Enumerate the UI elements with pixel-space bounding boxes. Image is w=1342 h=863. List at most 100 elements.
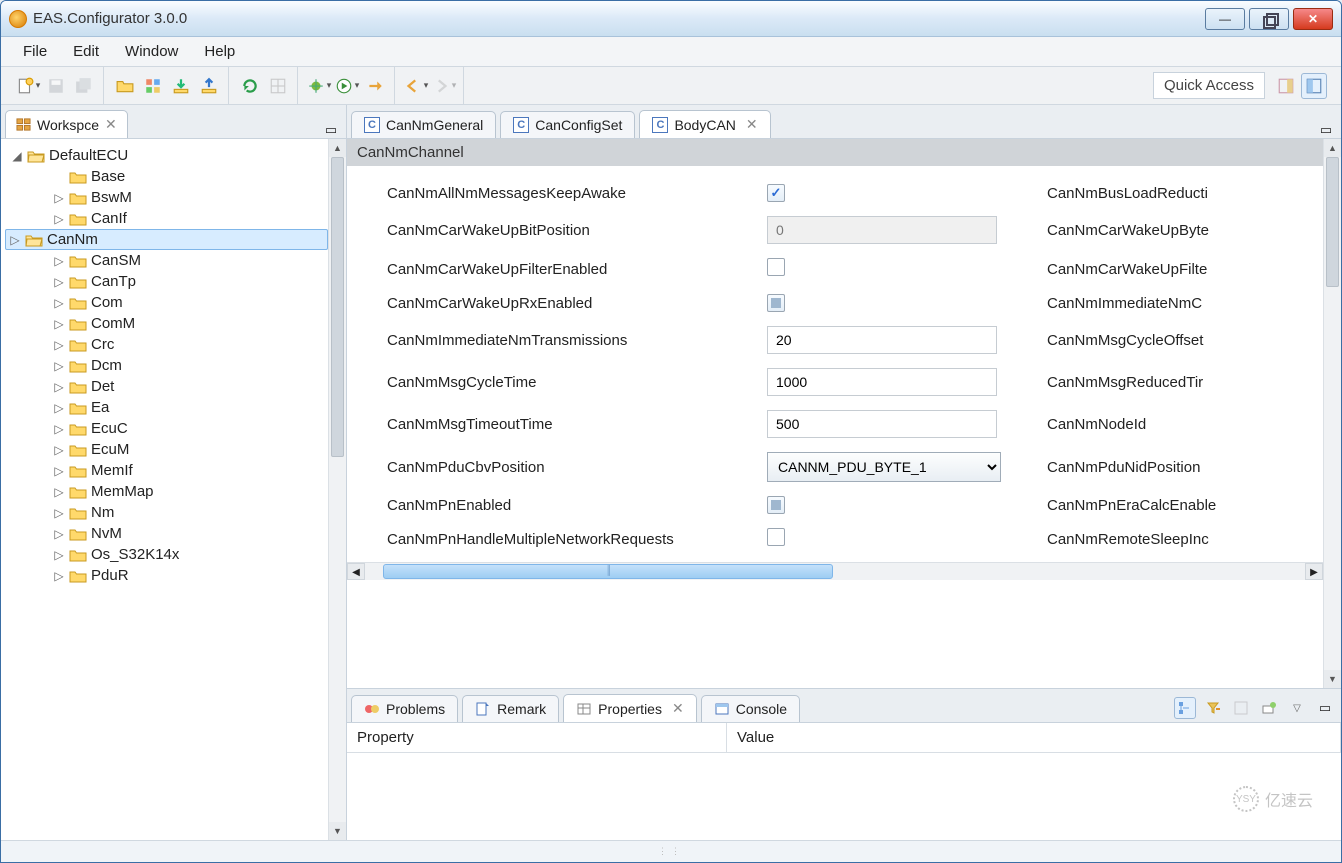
view-menu-icon[interactable]: ▭	[320, 122, 342, 138]
bottom-tab-console[interactable]: Console	[701, 695, 800, 722]
tree-item-ea[interactable]: ▷Ea	[5, 397, 328, 418]
tree-item-crc[interactable]: ▷Crc	[5, 334, 328, 355]
scroll-right-icon[interactable]: ▶	[1305, 563, 1323, 580]
workspace-tab[interactable]: Workspce ✕	[5, 110, 128, 138]
statusbar: ⋮⋮	[1, 840, 1341, 862]
run-dropdown[interactable]	[334, 73, 360, 99]
config-icon: C	[652, 117, 668, 133]
h-scroll-thumb[interactable]	[383, 564, 833, 579]
grid-button[interactable]	[265, 73, 291, 99]
refresh-button[interactable]	[237, 73, 263, 99]
close-button[interactable]: ✕	[1293, 8, 1333, 30]
open-folder-button[interactable]	[112, 73, 138, 99]
tree-item-pdur[interactable]: ▷PduR	[5, 565, 328, 586]
minimize-button[interactable]: —	[1205, 8, 1245, 30]
bottom-minimize-icon[interactable]: ▭	[1314, 697, 1336, 719]
tree-view-icon[interactable]	[1174, 697, 1196, 719]
filter-icon[interactable]	[1202, 697, 1224, 719]
tree-item-cantp[interactable]: ▷CanTp	[5, 271, 328, 292]
menu-file[interactable]: File	[13, 40, 57, 63]
close-tab-icon[interactable]: ✕	[105, 116, 117, 133]
editor-v-scrollbar[interactable]: ▲ ▼	[1323, 139, 1341, 688]
perspective-button[interactable]	[1301, 73, 1327, 99]
tree-item-ecum[interactable]: ▷EcuM	[5, 439, 328, 460]
CanNmPduCbvPosition-select[interactable]: CANNM_PDU_BYTE_1	[767, 452, 1001, 482]
save-all-button[interactable]	[71, 73, 97, 99]
tree-item-cannm[interactable]: ▷CanNm	[5, 229, 328, 250]
tree-item-ecuc[interactable]: ▷EcuC	[5, 418, 328, 439]
tree-scrollbar[interactable]: ▲ ▼	[328, 139, 346, 840]
CanNmPnHandleMultipleNetworkRequests-checkbox[interactable]	[767, 528, 785, 546]
properties-icon	[576, 701, 592, 717]
import-button[interactable]	[168, 73, 194, 99]
CanNmCarWakeUpRxEnabled-checkbox[interactable]	[767, 294, 785, 312]
view-menu-dropdown[interactable]: ▽	[1286, 697, 1308, 719]
scroll-up-icon[interactable]: ▲	[329, 139, 346, 157]
rlabel-0: CanNmBusLoadReducti	[1047, 185, 1323, 202]
bottom-tab-properties[interactable]: Properties✕	[563, 694, 697, 722]
tree-item-det[interactable]: ▷Det	[5, 376, 328, 397]
forward-button[interactable]	[431, 73, 457, 99]
close-tab-icon[interactable]: ✕	[672, 700, 684, 717]
CanNmAllNmMessagesKeepAwake-label: CanNmAllNmMessagesKeepAwake	[387, 185, 767, 202]
scroll-left-icon[interactable]: ◀	[347, 563, 365, 580]
pin-icon[interactable]	[1258, 697, 1280, 719]
editor-h-scrollbar[interactable]: ◀ ▶	[347, 562, 1323, 580]
scroll-up-icon[interactable]: ▲	[1324, 139, 1341, 157]
v-scroll-thumb[interactable]	[1326, 157, 1339, 287]
module-config-button[interactable]	[140, 73, 166, 99]
CanNmImmediateNmTransmissions-input[interactable]	[767, 326, 997, 354]
editor-minimize-icon[interactable]: ▭	[1315, 122, 1337, 138]
toolbar: Quick Access	[1, 67, 1341, 105]
tree-root[interactable]: ◢DefaultECU	[5, 145, 328, 166]
rlabel-7: CanNmPduNidPosition	[1047, 459, 1323, 476]
tree-item-memif[interactable]: ▷MemIf	[5, 460, 328, 481]
menu-window[interactable]: Window	[115, 40, 188, 63]
col-property: Property	[347, 723, 727, 752]
rlabel-9: CanNmRemoteSleepInc	[1047, 531, 1323, 548]
rlabel-3: CanNmImmediateNmC	[1047, 295, 1323, 312]
tree-item-nvm[interactable]: ▷NvM	[5, 523, 328, 544]
menu-help[interactable]: Help	[194, 40, 245, 63]
CanNmMsgTimeoutTime-input[interactable]	[767, 410, 997, 438]
rlabel-5: CanNmMsgReducedTir	[1047, 374, 1323, 391]
tree-item-com[interactable]: ▷Com	[5, 292, 328, 313]
tree-item-os_s32k14x[interactable]: ▷Os_S32K14x	[5, 544, 328, 565]
menu-edit[interactable]: Edit	[63, 40, 109, 63]
scroll-down-icon[interactable]: ▼	[1324, 670, 1341, 688]
tree-item-dcm[interactable]: ▷Dcm	[5, 355, 328, 376]
CanNmCarWakeUpFilterEnabled-checkbox[interactable]	[767, 258, 785, 276]
tab-canconfigset[interactable]: CCanConfigSet	[500, 111, 635, 138]
debug-dropdown[interactable]	[306, 73, 332, 99]
CanNmCarWakeUpBitPosition-input[interactable]	[767, 216, 997, 244]
back-button[interactable]	[403, 73, 429, 99]
quick-access[interactable]: Quick Access	[1153, 72, 1265, 99]
save-button[interactable]	[43, 73, 69, 99]
tab-bodycan[interactable]: CBodyCAN✕	[639, 110, 770, 138]
window-title: EAS.Configurator 3.0.0	[33, 10, 1205, 27]
tree-item-memmap[interactable]: ▷MemMap	[5, 481, 328, 502]
tree-item-base[interactable]: Base	[5, 166, 328, 187]
maximize-button[interactable]	[1249, 8, 1289, 30]
bottom-tab-problems[interactable]: Problems	[351, 695, 458, 722]
bottom-tab-remark[interactable]: Remark	[462, 695, 559, 722]
export-button[interactable]	[196, 73, 222, 99]
tree-item-canif[interactable]: ▷CanIf	[5, 208, 328, 229]
perspective-open-button[interactable]	[1273, 73, 1299, 99]
tree-item-cansm[interactable]: ▷CanSM	[5, 250, 328, 271]
tab-cannmgeneral[interactable]: CCanNmGeneral	[351, 111, 496, 138]
workspace-pane: Workspce ✕ ▭ ◢DefaultECUBase▷BswM▷CanIf▷…	[1, 105, 347, 840]
CanNmAllNmMessagesKeepAwake-checkbox[interactable]	[767, 184, 785, 202]
new-button[interactable]	[15, 73, 41, 99]
close-tab-icon[interactable]: ✕	[746, 116, 758, 133]
tree-item-comm[interactable]: ▷ComM	[5, 313, 328, 334]
collapse-icon[interactable]	[1230, 697, 1252, 719]
tree-item-nm[interactable]: ▷Nm	[5, 502, 328, 523]
tree-item-bswm[interactable]: ▷BswM	[5, 187, 328, 208]
CanNmMsgCycleTime-input[interactable]	[767, 368, 997, 396]
step-button[interactable]	[362, 73, 388, 99]
scroll-down-icon[interactable]: ▼	[329, 822, 346, 840]
CanNmPnEnabled-checkbox[interactable]	[767, 496, 785, 514]
scroll-thumb[interactable]	[331, 157, 344, 457]
project-tree[interactable]: ◢DefaultECUBase▷BswM▷CanIf▷CanNm▷CanSM▷C…	[1, 139, 328, 840]
